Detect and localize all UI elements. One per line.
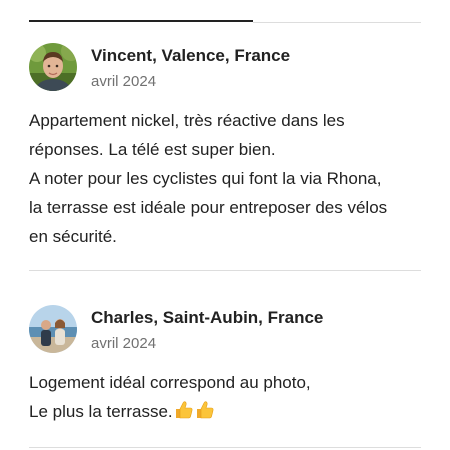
review-text-line: Logement idéal correspond au photo, (29, 373, 311, 392)
thumbs-up-icon (196, 401, 214, 419)
reviewer-photo (29, 305, 77, 353)
tab-divider (253, 22, 421, 23)
review-text-line: Le plus la terrasse. (29, 402, 173, 421)
review-text-line: en sécurité. (29, 227, 117, 246)
review-date: avril 2024 (91, 73, 157, 90)
review-text-line: réponses. La télé est super bien. (29, 140, 276, 159)
review-tabs (0, 0, 450, 24)
avatar[interactable] (29, 43, 77, 91)
review-text-line: la terrasse est idéale pour entreposer d… (29, 198, 388, 217)
reviewer-name: Vincent, Valence, France (91, 46, 291, 65)
reviewer-photo (29, 43, 77, 91)
review-divider (29, 270, 421, 271)
review-divider (29, 447, 421, 448)
review-text: Logement idéal correspond au photo, Le p… (29, 368, 424, 426)
thumbs-up-icon (175, 401, 193, 419)
review-item: Charles, Saint-Aubin, France avril 2024 … (29, 302, 421, 432)
avatar[interactable] (29, 305, 77, 353)
reviewer-name: Charles, Saint-Aubin, France (91, 308, 324, 327)
tab-active-indicator (29, 20, 253, 22)
review-item: Vincent, Valence, France avril 2024 Appa… (29, 40, 421, 250)
review-text-line: Appartement nickel, très réactive dans l… (29, 111, 345, 130)
review-date: avril 2024 (91, 335, 157, 352)
review-text: Appartement nickel, très réactive dans l… (29, 106, 424, 251)
review-text-line-with-emoji: Le plus la terrasse. (29, 397, 424, 426)
review-text-line: A noter pour les cyclistes qui font la v… (29, 169, 382, 188)
